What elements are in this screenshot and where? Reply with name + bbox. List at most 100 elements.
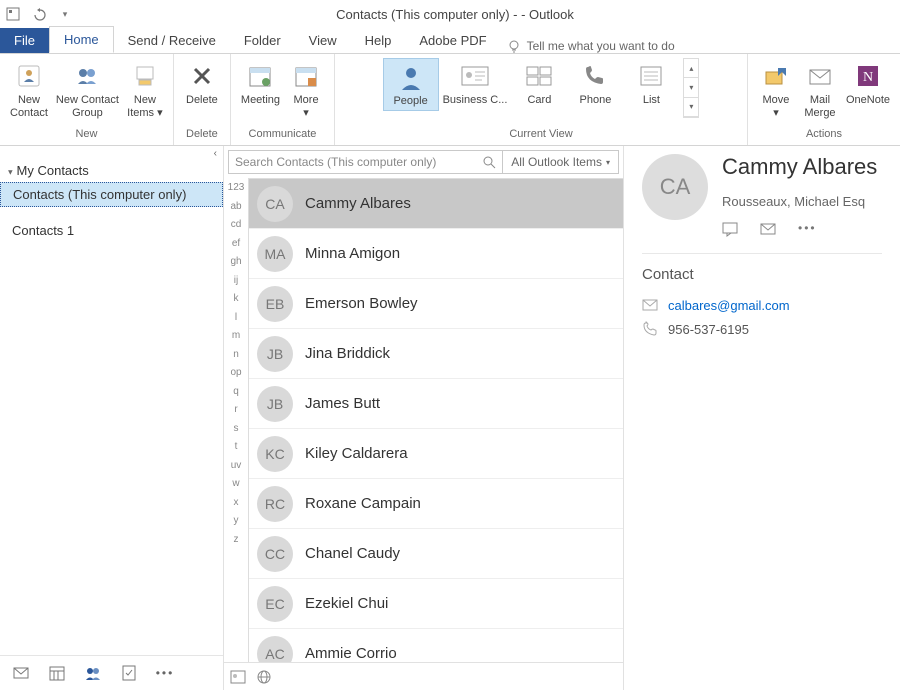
- contact-list-name: Roxane Campain: [305, 495, 421, 512]
- contact-row[interactable]: JBJames Butt: [249, 379, 623, 429]
- delete-icon: [186, 60, 218, 92]
- contact-row[interactable]: MAMinna Amigon: [249, 229, 623, 279]
- meeting-button[interactable]: Meeting: [237, 58, 284, 109]
- tab-folder[interactable]: Folder: [230, 28, 295, 53]
- az-jump[interactable]: y: [234, 515, 239, 534]
- contact-row[interactable]: EBEmerson Bowley: [249, 279, 623, 329]
- onenote-button[interactable]: N OneNote: [842, 58, 894, 109]
- contact-avatar: JB: [257, 386, 293, 422]
- collapse-nav-icon[interactable]: ‹: [0, 146, 223, 159]
- onenote-icon: N: [852, 60, 884, 92]
- group-actions-label: Actions: [806, 128, 842, 142]
- contact-row[interactable]: CCChanel Caudy: [249, 529, 623, 579]
- svg-text:N: N: [863, 70, 873, 85]
- az-jump[interactable]: t: [235, 441, 238, 460]
- email-action-icon[interactable]: [760, 221, 776, 237]
- az-jump[interactable]: ab: [230, 201, 241, 220]
- section-contact-heading: Contact: [642, 266, 882, 283]
- more-button[interactable]: More ▾: [284, 58, 328, 122]
- az-jump[interactable]: ef: [232, 238, 240, 257]
- az-jump[interactable]: s: [234, 423, 239, 442]
- az-jump[interactable]: q: [233, 386, 239, 405]
- calendar-icon: [244, 60, 276, 92]
- contact-row[interactable]: RCRoxane Campain: [249, 479, 623, 529]
- az-jump[interactable]: gh: [230, 256, 241, 275]
- im-icon[interactable]: [722, 221, 738, 237]
- contact-avatar: MA: [257, 236, 293, 272]
- contact-email[interactable]: calbares@gmail.com: [668, 298, 790, 313]
- lightbulb-icon: [507, 39, 521, 53]
- group-delete-label: Delete: [186, 128, 218, 142]
- az-jump[interactable]: n: [233, 349, 239, 368]
- az-jump[interactable]: z: [234, 534, 239, 553]
- qat-icon[interactable]: [4, 5, 22, 23]
- more-nav-icon[interactable]: •••: [156, 664, 174, 682]
- card-view-icon[interactable]: [230, 670, 246, 684]
- mail-merge-button[interactable]: Mail Merge: [798, 58, 842, 122]
- contact-avatar: AC: [257, 636, 293, 663]
- more-actions-icon[interactable]: •••: [798, 221, 817, 237]
- az-jump[interactable]: m: [232, 330, 240, 349]
- gallery-more-button[interactable]: ▴▾▾: [683, 58, 699, 118]
- email-icon: [642, 297, 658, 313]
- az-jump[interactable]: k: [234, 293, 239, 312]
- qat-customize-icon[interactable]: ▾: [56, 5, 74, 23]
- people-icon: [71, 60, 103, 92]
- contact-row[interactable]: KCKiley Caldarera: [249, 429, 623, 479]
- window-title: Contacts (This computer only) - - Outloo…: [74, 7, 836, 22]
- az-jump[interactable]: l: [235, 312, 237, 331]
- new-contact-group-button[interactable]: New Contact Group: [52, 58, 123, 122]
- view-business-card-button[interactable]: Business C...: [439, 58, 512, 109]
- tab-adobe-pdf[interactable]: Adobe PDF: [405, 28, 500, 53]
- az-jump[interactable]: op: [230, 367, 241, 386]
- tell-me-search[interactable]: Tell me what you want to do: [507, 39, 675, 53]
- tab-help[interactable]: Help: [351, 28, 406, 53]
- contact-avatar: EB: [257, 286, 293, 322]
- view-phone-button[interactable]: Phone: [567, 58, 623, 109]
- view-card-button[interactable]: Card: [511, 58, 567, 109]
- search-input[interactable]: Search Contacts (This computer only): [228, 150, 503, 174]
- tab-file[interactable]: File: [0, 28, 49, 53]
- tab-view[interactable]: View: [295, 28, 351, 53]
- view-people-button[interactable]: People: [383, 58, 439, 111]
- search-placeholder: Search Contacts (This computer only): [235, 155, 482, 169]
- nav-folder-contacts-1[interactable]: Contacts 1: [0, 219, 223, 242]
- az-jump[interactable]: w: [232, 478, 239, 497]
- new-contact-button[interactable]: New Contact: [6, 58, 52, 122]
- contact-name: Cammy Albares: [722, 154, 877, 180]
- az-jump[interactable]: 123: [228, 182, 245, 201]
- az-jump[interactable]: uv: [231, 460, 242, 479]
- calendar-nav-icon[interactable]: [48, 664, 66, 682]
- contact-row[interactable]: ECEzekiel Chui: [249, 579, 623, 629]
- phone-small-icon: [642, 321, 658, 337]
- nav-folder-contacts-local[interactable]: Contacts (This computer only): [0, 182, 223, 207]
- people-nav-icon[interactable]: [84, 664, 102, 682]
- contact-list-name: Ammie Corrio: [305, 645, 397, 662]
- az-jump[interactable]: ij: [234, 275, 238, 294]
- contact-list-name: Chanel Caudy: [305, 545, 400, 562]
- search-filter-dropdown[interactable]: All Outlook Items ▾: [503, 150, 619, 174]
- tab-home[interactable]: Home: [49, 26, 114, 53]
- contact-avatar: CA: [257, 186, 293, 222]
- contact-row[interactable]: JBJina Briddick: [249, 329, 623, 379]
- move-button[interactable]: Move ▾: [754, 58, 798, 122]
- group-currentview-label: Current View: [509, 128, 572, 142]
- contact-list-name: Jina Briddick: [305, 345, 390, 362]
- chevron-down-icon: ▾: [606, 158, 610, 167]
- contact-row[interactable]: AC Ammie Corrio: [249, 629, 623, 662]
- tasks-nav-icon[interactable]: [120, 664, 138, 682]
- undo-icon[interactable]: [30, 5, 48, 23]
- delete-button[interactable]: Delete: [180, 58, 224, 109]
- mail-nav-icon[interactable]: [12, 664, 30, 682]
- az-jump[interactable]: cd: [231, 219, 242, 238]
- az-jump[interactable]: x: [234, 497, 239, 516]
- view-list-button[interactable]: List: [623, 58, 679, 109]
- globe-view-icon[interactable]: [256, 670, 272, 684]
- contact-row[interactable]: CACammy Albares: [249, 179, 623, 229]
- nav-header-my-contacts[interactable]: My Contacts: [0, 159, 223, 182]
- az-jump[interactable]: r: [234, 404, 237, 423]
- contact-list-name: Kiley Caldarera: [305, 445, 408, 462]
- contact-list-name: Ezekiel Chui: [305, 595, 388, 612]
- tab-send-receive[interactable]: Send / Receive: [114, 28, 230, 53]
- new-items-button[interactable]: New Items ▾: [123, 58, 167, 122]
